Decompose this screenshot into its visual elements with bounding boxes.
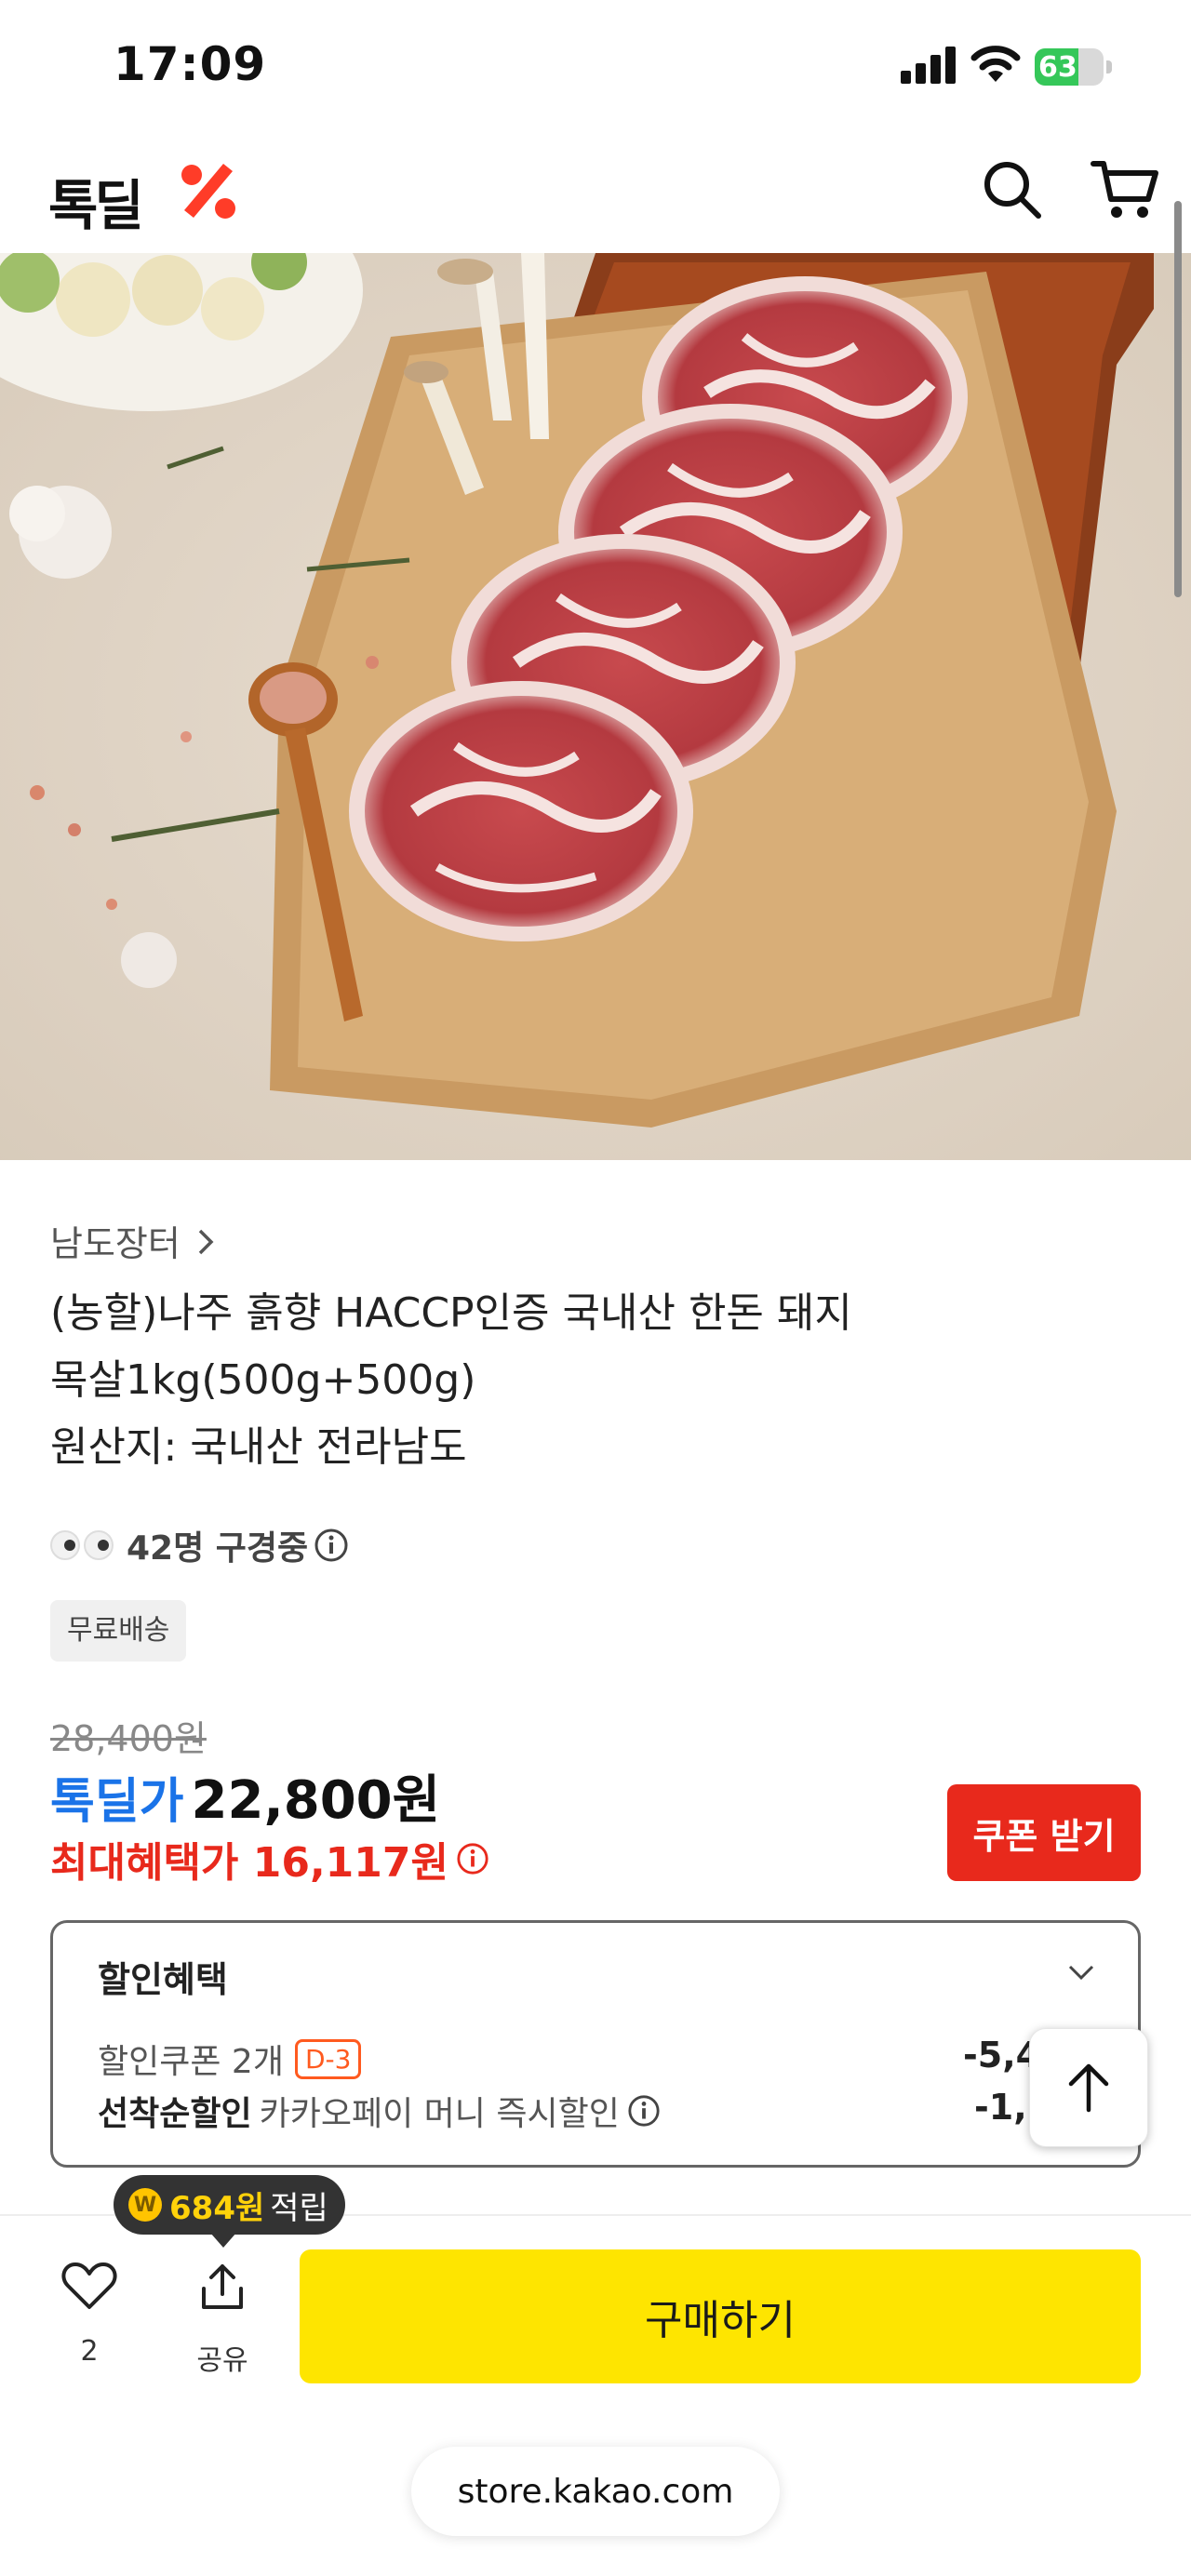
arrow-up-icon — [1068, 2063, 1109, 2113]
heart-icon — [61, 2262, 117, 2309]
product-title: (농할)나주 흙향 HACCP인증 국내산 한돈 돼지 목살1kg(500g+5… — [50, 1280, 1074, 1481]
like-button[interactable]: 2 — [54, 2261, 125, 2368]
chevron-down-icon[interactable] — [1067, 1964, 1095, 1981]
benefit-heading: 할인혜택 — [98, 1959, 228, 2000]
chevron-right-icon — [198, 1229, 214, 1255]
wifi-icon — [970, 46, 1021, 82]
free-shipping-badge: 무료배송 — [50, 1600, 187, 1662]
battery-icon: 63 — [1035, 48, 1112, 86]
max-benefit-price: 최대혜택가 16,117원 — [50, 1829, 489, 1889]
page-scrollbar[interactable] — [1174, 201, 1182, 597]
product-image[interactable] — [0, 253, 1191, 1160]
title-line: 목살1kg(500g+500g) — [50, 1356, 476, 1404]
points-amount: 684원 — [169, 2189, 265, 2227]
firstcome-text: 카카오페이 머니 즉시할인 — [259, 2095, 620, 2133]
title-line: (농할)나주 흙향 HACCP인증 국내산 한돈 돼지 — [50, 1289, 852, 1337]
points-label: 적립 — [270, 2189, 328, 2227]
status-bar: 17:09 63 — [0, 0, 1191, 130]
seller-link[interactable]: 남도장터 — [50, 1215, 214, 1266]
deal-price: 톡딜가 22,800원 — [50, 1758, 440, 1834]
viewer-count-text: 42명 구경중 — [127, 1529, 309, 1568]
coin-icon: W — [128, 2188, 162, 2222]
firstcome-label: 선착순할인 — [98, 2095, 252, 2133]
app-header: 톡딜 — [0, 130, 1191, 253]
cart-icon[interactable] — [1091, 158, 1159, 221]
eyes-icon — [50, 1530, 114, 1560]
battery-level: 63 — [1038, 51, 1077, 84]
browser-url-bar[interactable]: store.kakao.com — [411, 2447, 780, 2536]
points-tooltip: W 684원 적립 — [114, 2175, 345, 2248]
original-price: 28,400원 — [50, 1718, 207, 1759]
info-icon[interactable] — [456, 1842, 489, 1875]
coupon-text: 할인쿠폰 2개 — [98, 2043, 284, 2081]
info-icon[interactable] — [314, 1528, 349, 1563]
discount-benefit-panel[interactable]: 할인혜택 할인쿠폰 2개 D-3 -5,47 선착순할인 카카오페이 머니 즉시… — [50, 1920, 1141, 2168]
deal-amount: 22,800원 — [191, 1770, 441, 1831]
app-logo[interactable]: 톡딜 — [48, 162, 144, 240]
share-icon — [202, 2264, 243, 2309]
share-button[interactable]: 공유 — [182, 2261, 262, 2378]
get-coupon-button[interactable]: 쿠폰 받기 — [947, 1784, 1141, 1881]
coupon-row: 할인쿠폰 2개 D-3 — [98, 2035, 362, 2083]
status-time: 17:09 — [114, 37, 267, 91]
share-label: 공유 — [196, 2344, 248, 2377]
like-count: 2 — [80, 2335, 99, 2368]
deal-label: 톡딜가 — [50, 1774, 184, 1830]
search-icon[interactable] — [981, 158, 1044, 221]
scroll-to-top-button[interactable] — [1029, 2028, 1148, 2147]
buy-button[interactable]: 구매하기 — [300, 2249, 1141, 2383]
logo-percent-icon — [181, 164, 235, 219]
cellular-signal-icon — [901, 47, 956, 84]
info-icon[interactable] — [627, 2094, 661, 2128]
viewer-count: 42명 구경중 — [50, 1522, 349, 1568]
dday-badge: D-3 — [294, 2038, 362, 2079]
seller-name: 남도장터 — [50, 1223, 181, 1264]
firstcome-row: 선착순할인 카카오페이 머니 즉시할인 — [98, 2087, 661, 2135]
max-benefit-text: 최대혜택가 16,117원 — [50, 1839, 448, 1887]
title-line: 원산지: 국내산 전라남도 — [50, 1423, 467, 1471]
